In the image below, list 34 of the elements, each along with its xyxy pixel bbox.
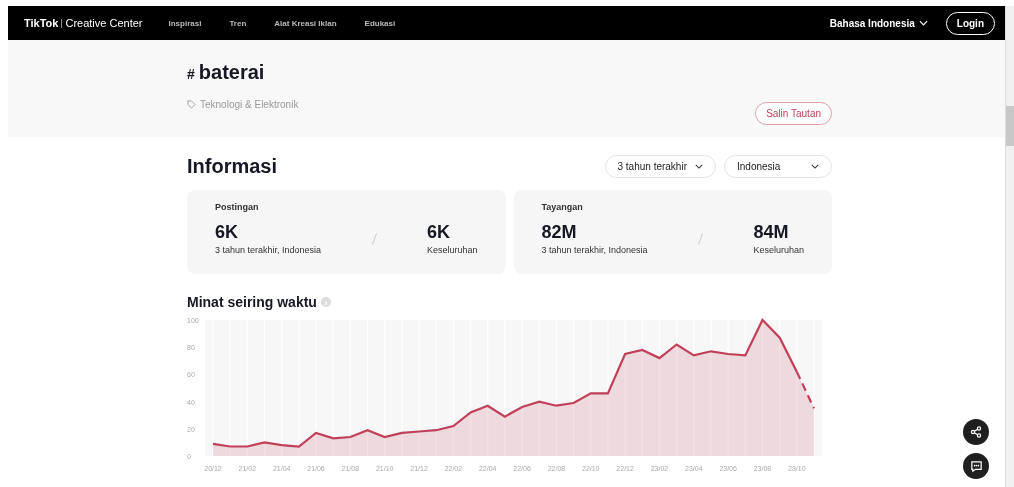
stat-value: 6K (426, 222, 451, 243)
stat-value: 82M (541, 222, 578, 243)
hashtag-title: baterai (198, 61, 265, 84)
copy-link-button[interactable]: Salin Tautan (755, 102, 832, 125)
nav-link[interactable]: Tren (229, 18, 247, 28)
stat-caption: 3 tahun terakhir, Indonesia (215, 245, 322, 255)
language-selector[interactable]: Bahasa Indonesia (829, 17, 928, 29)
card-title: Tayangan (541, 202, 584, 212)
card-title: Postingan (215, 202, 260, 212)
hash-symbol: # (187, 66, 195, 82)
chat-button[interactable] (963, 453, 989, 479)
filter-dropdown[interactable]: Indonesia (724, 155, 832, 178)
tag-icon (187, 100, 196, 109)
logo[interactable]: TikTok Creative Center (24, 17, 143, 29)
nav-link[interactable]: Inspirasi (168, 18, 202, 28)
scrollbar[interactable] (1005, 6, 1014, 487)
chat-icon (969, 459, 983, 473)
chevron-down-icon (695, 164, 703, 169)
section-title: Informasi (187, 155, 278, 178)
stat-value: 84M (753, 222, 790, 243)
section-title: Minat seiring waktu (187, 294, 317, 310)
stat-caption: Keseluruhan (753, 245, 804, 255)
stat-value: 6K (215, 222, 239, 243)
stat-caption: Keseluruhan (426, 245, 478, 255)
filter-dropdown[interactable]: 3 tahun terakhir (604, 155, 716, 178)
nav-link[interactable]: Edukasi (364, 18, 396, 28)
projected-line (795, 371, 815, 409)
share-icon (970, 426, 982, 438)
chevron-down-icon (918, 20, 928, 26)
stat-caption: 3 tahun terakhir, Indonesia (541, 245, 648, 255)
chevron-down-icon (811, 164, 819, 169)
nav-link[interactable]: Alat Kreasi Iklan (274, 18, 337, 28)
category-label: Teknologi & Elektronik (200, 99, 299, 110)
share-button[interactable] (963, 419, 989, 445)
